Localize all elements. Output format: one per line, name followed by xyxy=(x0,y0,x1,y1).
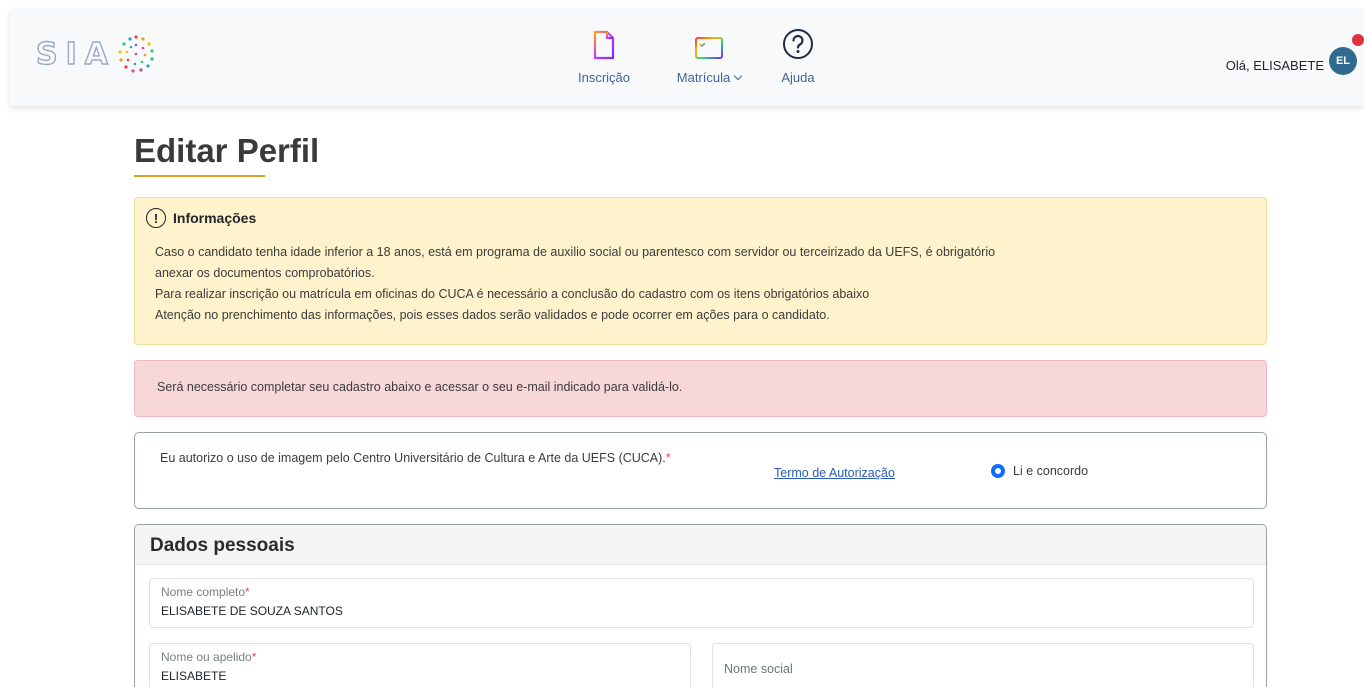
full-name-label-text: Nome completo xyxy=(161,585,246,599)
exclamation-circle-icon: ! xyxy=(146,208,166,228)
nav-item-ajuda[interactable]: Ajuda xyxy=(768,28,828,85)
nav-item-inscricao[interactable]: Inscrição xyxy=(566,28,642,85)
social-name-placeholder: Nome social xyxy=(724,662,793,676)
logo-letter-i: I xyxy=(65,36,79,72)
nav-label-ajuda: Ajuda xyxy=(781,70,815,85)
info-line: Para realizar inscrição ou matrícula em … xyxy=(155,287,870,301)
info-title: Informações xyxy=(173,210,257,226)
title-underline xyxy=(134,175,265,177)
full-name-value[interactable]: ELISABETE DE SOUZA SANTOS xyxy=(161,604,343,618)
document-icon xyxy=(593,30,615,60)
nickname-field[interactable]: Nome ou apelido* ELISABETE xyxy=(149,643,691,687)
nickname-value[interactable]: ELISABETE xyxy=(161,669,226,683)
alert-text: Será necessário completar seu cadastro a… xyxy=(157,380,683,394)
nickname-label: Nome ou apelido* xyxy=(161,650,256,664)
notification-badge xyxy=(1352,34,1364,46)
info-panel: ! Informações Caso o candidato tenha ida… xyxy=(134,197,1267,345)
radio-checked-icon[interactable] xyxy=(991,464,1005,478)
alert-panel: Será necessário completar seu cadastro a… xyxy=(134,360,1267,417)
authorization-statement: Eu autorizo o uso de imagem pelo Centro … xyxy=(160,451,666,465)
personal-data-header xyxy=(135,525,1266,565)
info-line: Atenção no prenchimento das informações,… xyxy=(155,308,830,322)
logo-letter-a: A xyxy=(84,36,110,72)
info-line: anexar os documentos comprobatórios. xyxy=(155,266,375,280)
user-greeting: Olá, ELISABETE xyxy=(1225,58,1324,73)
required-mark: * xyxy=(251,650,257,664)
help-icon xyxy=(783,29,813,59)
required-mark: * xyxy=(665,451,671,465)
matricula-text: Matrícula xyxy=(676,70,731,85)
image-authorization-panel: Eu autorizo o uso de imagem pelo Centro … xyxy=(134,432,1267,509)
required-mark: * xyxy=(245,585,250,599)
full-name-label: Nome completo* xyxy=(161,585,250,599)
main-nav: Inscrição Matrícula Ajuda xyxy=(566,28,828,85)
agree-radio-label: Li e concordo xyxy=(1013,464,1089,478)
personal-data-card: Dados pessoais Nome completo* ELISABETE … xyxy=(134,524,1267,687)
nickname-label-text: Nome ou apelido xyxy=(161,650,252,664)
page-title: Editar Perfil xyxy=(134,132,320,169)
nav-label-inscricao: Inscrição xyxy=(577,70,631,85)
nav-item-matricula[interactable]: Matrícula xyxy=(659,28,759,85)
info-text: Caso o candidato tenha idade inferior a … xyxy=(155,242,1215,326)
avatar[interactable]: EL xyxy=(1329,47,1357,75)
top-navbar: S I A Inscrição Matrícula Ajuda Olá, ELI… xyxy=(10,10,1364,106)
siac-logo[interactable]: S I A xyxy=(35,34,156,74)
social-name-field[interactable]: Nome social xyxy=(712,643,1254,687)
chevron-down-icon xyxy=(733,71,743,81)
logo-dots-icon xyxy=(118,35,154,73)
logo-letter-s: S xyxy=(35,36,60,72)
section-title: Dados pessoais xyxy=(150,535,295,556)
checklist-icon xyxy=(695,37,723,59)
info-line: Caso o candidato tenha idade inferior a … xyxy=(155,245,996,259)
agree-radio[interactable]: Li e concordo xyxy=(991,464,1088,478)
authorization-terms-link[interactable]: Termo de Autorização xyxy=(774,466,895,480)
full-name-field[interactable]: Nome completo* ELISABETE DE SOUZA SANTOS xyxy=(149,578,1254,628)
nav-label-matricula: Matrícula xyxy=(676,70,743,85)
authorization-text: Eu autorizo o uso de imagem pelo Centro … xyxy=(160,448,700,469)
